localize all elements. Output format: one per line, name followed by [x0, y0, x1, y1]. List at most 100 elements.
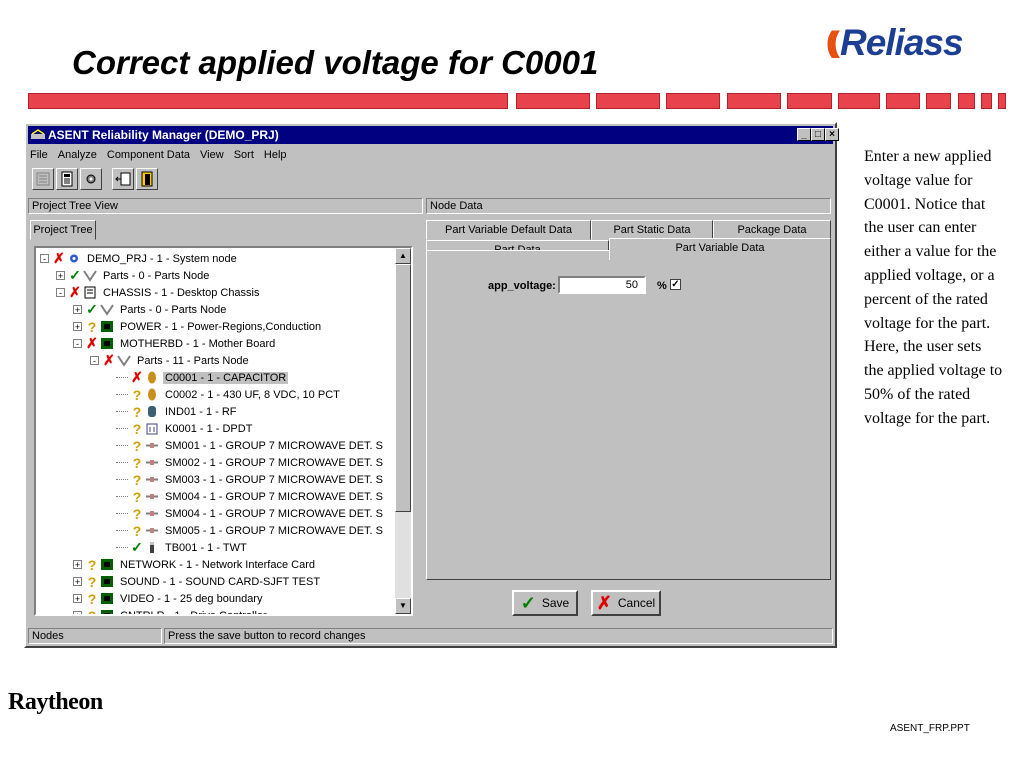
calculator-icon[interactable]: [56, 168, 78, 190]
menu-help[interactable]: Help: [264, 149, 287, 161]
tree-node[interactable]: +? CNTRLR - 1 - Drive Controller: [73, 607, 269, 614]
reliass-logo: (( Reliass: [826, 22, 964, 64]
tree-connector: [116, 445, 128, 446]
tree-node[interactable]: +? POWER - 1 - Power-Regions,Conduction: [73, 318, 323, 335]
checkmark-icon: ✓: [86, 301, 98, 317]
cancel-button[interactable]: ✗ Cancel: [591, 590, 661, 616]
tree-node-label: DEMO_PRJ - 1 - System node: [87, 252, 237, 265]
node-data-header: Node Data: [426, 198, 831, 214]
logo-arcs-icon: ((: [826, 26, 840, 59]
app-voltage-label: app_voltage:: [488, 280, 556, 292]
expand-icon[interactable]: +: [73, 611, 82, 614]
save-label: Save: [541, 596, 570, 610]
tree-connector: [116, 513, 128, 514]
tree-node[interactable]: +? SOUND - 1 - SOUND CARD-SJFT TEST: [73, 573, 322, 590]
tree-view-icon[interactable]: [32, 168, 54, 190]
tab-part-variable-data[interactable]: Part Variable Data: [609, 238, 831, 260]
question-icon: ?: [132, 522, 142, 539]
tree-node[interactable]: ? SM002 - 1 - GROUP 7 MICROWAVE DET. S: [116, 454, 385, 471]
checkmark-icon: ✓: [69, 267, 81, 283]
inductor-icon: [145, 405, 159, 418]
menu-file[interactable]: File: [30, 149, 48, 161]
tree-node-label: K0001 - 1 - DPDT: [165, 422, 253, 435]
project-icon: [67, 252, 81, 265]
tree-connector: [116, 394, 128, 395]
board-icon: [100, 575, 114, 588]
error-x-icon: ✗: [131, 369, 143, 385]
tube-icon: [145, 541, 159, 554]
expand-icon[interactable]: +: [73, 305, 82, 315]
tree-node-label: SM001 - 1 - GROUP 7 MICROWAVE DET. S: [165, 439, 384, 452]
menu-view[interactable]: View: [200, 149, 224, 161]
collapse-icon[interactable]: -: [73, 339, 82, 349]
tree-node-label: NETWORK - 1 - Network Interface Card: [120, 558, 315, 571]
expand-icon[interactable]: +: [56, 271, 65, 281]
expand-icon[interactable]: +: [73, 577, 82, 587]
tree-scrollbar[interactable]: ▲ ▼: [395, 248, 411, 614]
menu-analyze[interactable]: Analyze: [58, 149, 97, 161]
tree-node-label: SM004 - 1 - GROUP 7 MICROWAVE DET. S: [165, 490, 384, 503]
tree-node[interactable]: +? VIDEO - 1 - 25 deg boundary: [73, 590, 264, 607]
tree-node-label: POWER - 1 - Power-Regions,Conduction: [120, 320, 322, 333]
collapse-icon[interactable]: -: [90, 356, 99, 366]
tab-project-tree[interactable]: Project Tree: [30, 220, 96, 240]
tree-node[interactable]: ? K0001 - 1 - DPDT: [116, 420, 254, 437]
question-icon: ?: [132, 403, 142, 420]
footer-filename: ASENT_FRP.PPT: [890, 723, 970, 734]
tab-part-static-data[interactable]: Part Static Data: [591, 220, 713, 240]
collapse-icon[interactable]: -: [40, 254, 49, 264]
percent-checkbox[interactable]: ✓: [670, 279, 681, 290]
status-message: Press the save button to record changes: [164, 628, 833, 644]
tree-connector: [116, 428, 128, 429]
board-icon: [100, 337, 114, 350]
tree-node[interactable]: ? SM003 - 1 - GROUP 7 MICROWAVE DET. S: [116, 471, 385, 488]
x-icon: ✗: [596, 592, 612, 613]
exit-door-icon[interactable]: [136, 168, 158, 190]
window-titlebar[interactable]: ASENT Reliability Manager (DEMO_PRJ) _ □…: [28, 126, 839, 144]
close-button[interactable]: ×: [825, 128, 839, 141]
tree-node[interactable]: ? SM005 - 1 - GROUP 7 MICROWAVE DET. S: [116, 522, 385, 539]
app-voltage-input[interactable]: 50: [558, 276, 646, 294]
tree-node[interactable]: - ✗ Parts - 11 - Parts Node: [90, 352, 251, 369]
tree-node[interactable]: - ✗ MOTHERBD - 1 - Mother Board: [73, 335, 277, 352]
scroll-up-icon[interactable]: ▲: [395, 248, 411, 264]
expand-icon[interactable]: +: [73, 594, 82, 604]
maximize-button[interactable]: □: [811, 128, 825, 141]
expand-icon[interactable]: +: [73, 322, 82, 332]
gear-icon[interactable]: [80, 168, 102, 190]
menu-sort[interactable]: Sort: [234, 149, 254, 161]
tree-node-label: SM005 - 1 - GROUP 7 MICROWAVE DET. S: [165, 524, 384, 537]
scroll-thumb[interactable]: [395, 264, 411, 512]
minimize-button[interactable]: _: [797, 128, 811, 141]
tree-node[interactable]: ✓ TB001 - 1 - TWT: [116, 539, 249, 556]
tree-node[interactable]: + ✓ Parts - 0 - Parts Node: [73, 301, 228, 318]
tree-node[interactable]: - ✗ CHASSIS - 1 - Desktop Chassis: [56, 284, 262, 301]
diode-icon: [145, 456, 159, 469]
menu-component-data[interactable]: Component Data: [107, 149, 190, 161]
expand-icon[interactable]: +: [73, 560, 82, 570]
scroll-down-icon[interactable]: ▼: [395, 598, 411, 614]
tree-node[interactable]: ? SM004 - 1 - GROUP 7 MICROWAVE DET. S: [116, 505, 385, 522]
tree-node[interactable]: ? SM001 - 1 - GROUP 7 MICROWAVE DET. S: [116, 437, 385, 454]
tab-part-variable-default-data[interactable]: Part Variable Default Data: [426, 220, 591, 240]
tab-package-data[interactable]: Package Data: [713, 220, 831, 240]
tree-node-label: C0001 - 1 - CAPACITOR: [163, 371, 289, 384]
tree-node-label: IND01 - 1 - RF: [165, 405, 237, 418]
tree-node[interactable]: ✗ C0001 - 1 - CAPACITOR: [116, 369, 289, 386]
raytheon-logo: Raytheon: [8, 689, 103, 715]
tree-node[interactable]: + ✓ Parts - 0 - Parts Node: [56, 267, 211, 284]
save-button[interactable]: ✓ Save: [512, 590, 578, 616]
tree-node[interactable]: ? C0002 - 1 - 430 UF, 8 VDC, 10 PCT: [116, 386, 342, 403]
tree-node[interactable]: ? IND01 - 1 - RF: [116, 403, 239, 420]
question-icon: ?: [132, 437, 142, 454]
tree-node-label: CHASSIS - 1 - Desktop Chassis: [103, 286, 260, 299]
tree-node[interactable]: +? NETWORK - 1 - Network Interface Card: [73, 556, 317, 573]
tree-node-label: SOUND - 1 - SOUND CARD-SJFT TEST: [120, 575, 321, 588]
tree-node[interactable]: - ✗ DEMO_PRJ - 1 - System node: [40, 250, 239, 267]
collapse-icon[interactable]: -: [56, 288, 65, 298]
book-icon[interactable]: [112, 168, 134, 190]
tree-node[interactable]: ? SM004 - 1 - GROUP 7 MICROWAVE DET. S: [116, 488, 385, 505]
error-x-icon: ✗: [86, 335, 98, 351]
logo-text: Reliass: [839, 22, 964, 63]
tree-connector: [116, 462, 128, 463]
